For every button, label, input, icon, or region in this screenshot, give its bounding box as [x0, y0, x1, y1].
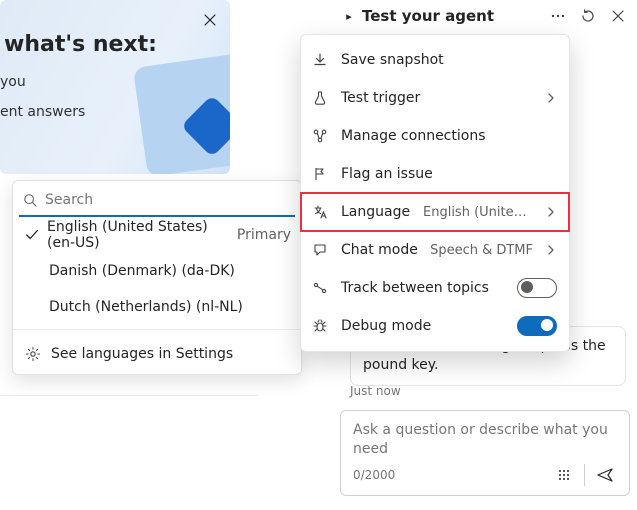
language-option-label: Dutch (Netherlands) (nl-NL)	[49, 299, 291, 315]
track-icon	[311, 279, 329, 297]
more-icon[interactable]	[546, 4, 570, 28]
menu-value: Speech & DTMF	[430, 243, 533, 258]
chevron-right-icon	[545, 92, 557, 104]
language-option-label: English (United States) (en-US)	[47, 219, 229, 251]
composer[interactable]: Ask a question or describe what you need…	[340, 410, 630, 496]
language-option-nl-nl[interactable]: Dutch (Netherlands) (nl-NL)	[13, 289, 301, 325]
close-icon[interactable]	[606, 4, 630, 28]
test-panel-menu: Save snapshot Test trigger Manage connec…	[300, 34, 570, 352]
menu-label: Flag an issue	[341, 166, 557, 182]
menu-label: Manage connections	[341, 128, 557, 144]
toggle-track-topics[interactable]	[517, 278, 557, 298]
menu-label: Language	[341, 204, 411, 220]
menu-label: Track between topics	[341, 280, 505, 296]
divider	[584, 464, 585, 486]
menu-manage-connections[interactable]: Manage connections	[301, 117, 569, 155]
language-dropdown: English (United States) (en-US) Primary …	[12, 180, 302, 375]
menu-test-trigger[interactable]: Test trigger	[301, 79, 569, 117]
test-your-agent-panel: ▸ Test your agent Save snapshot Test tri…	[336, 0, 636, 510]
menu-label: Chat mode	[341, 242, 418, 258]
menu-label: Test trigger	[341, 90, 533, 106]
flag-icon	[311, 165, 329, 183]
menu-label: Save snapshot	[341, 52, 557, 68]
reload-icon[interactable]	[576, 4, 600, 28]
see-languages-label: See languages in Settings	[51, 346, 233, 362]
composer-counter: 0/2000	[353, 468, 550, 482]
download-icon	[311, 51, 329, 69]
chat-icon	[311, 241, 329, 259]
chevron-right-icon	[545, 244, 557, 256]
gear-icon	[25, 346, 41, 362]
menu-value: English (United …	[423, 205, 533, 220]
toggle-debug-mode[interactable]	[517, 316, 557, 336]
menu-flag-issue[interactable]: Flag an issue	[301, 155, 569, 193]
menu-save-snapshot[interactable]: Save snapshot	[301, 41, 569, 79]
flask-icon	[311, 89, 329, 107]
welcome-heading: what's next:	[4, 32, 157, 57]
send-icon[interactable]	[591, 461, 619, 489]
test-panel-title: Test your agent	[362, 7, 540, 25]
menu-chat-mode[interactable]: Chat mode Speech & DTMF	[301, 231, 569, 269]
close-icon[interactable]	[198, 8, 222, 32]
bug-icon	[311, 317, 329, 335]
divider	[0, 395, 258, 396]
composer-placeholder: Ask a question or describe what you need	[353, 421, 619, 459]
connections-icon	[311, 127, 329, 145]
welcome-line-1: you	[0, 74, 26, 90]
menu-debug-mode[interactable]: Debug mode	[301, 307, 569, 345]
keypad-icon[interactable]	[550, 461, 578, 489]
test-panel-header: ▸ Test your agent	[336, 0, 636, 32]
language-option-label: Danish (Denmark) (da-DK)	[49, 263, 291, 279]
language-option-en-us[interactable]: English (United States) (en-US) Primary	[13, 217, 301, 253]
chevron-right-icon	[545, 206, 557, 218]
search-icon	[23, 193, 37, 207]
menu-track-between-topics[interactable]: Track between topics	[301, 269, 569, 307]
check-icon	[25, 228, 39, 242]
welcome-line-2: ent answers	[0, 104, 85, 120]
language-icon	[311, 203, 329, 221]
message-timestamp: Just now	[350, 384, 401, 398]
language-option-da-dk[interactable]: Danish (Denmark) (da-DK)	[13, 253, 301, 289]
language-search-input[interactable]	[45, 192, 291, 208]
caret-right-icon[interactable]: ▸	[342, 10, 356, 23]
see-languages-settings[interactable]: See languages in Settings	[13, 334, 301, 374]
language-search[interactable]	[19, 185, 295, 217]
language-option-tag: Primary	[237, 227, 291, 243]
menu-label: Debug mode	[341, 318, 505, 334]
welcome-card: what's next: you ent answers	[0, 0, 230, 174]
divider	[13, 329, 301, 330]
menu-language[interactable]: Language English (United …	[301, 193, 569, 231]
